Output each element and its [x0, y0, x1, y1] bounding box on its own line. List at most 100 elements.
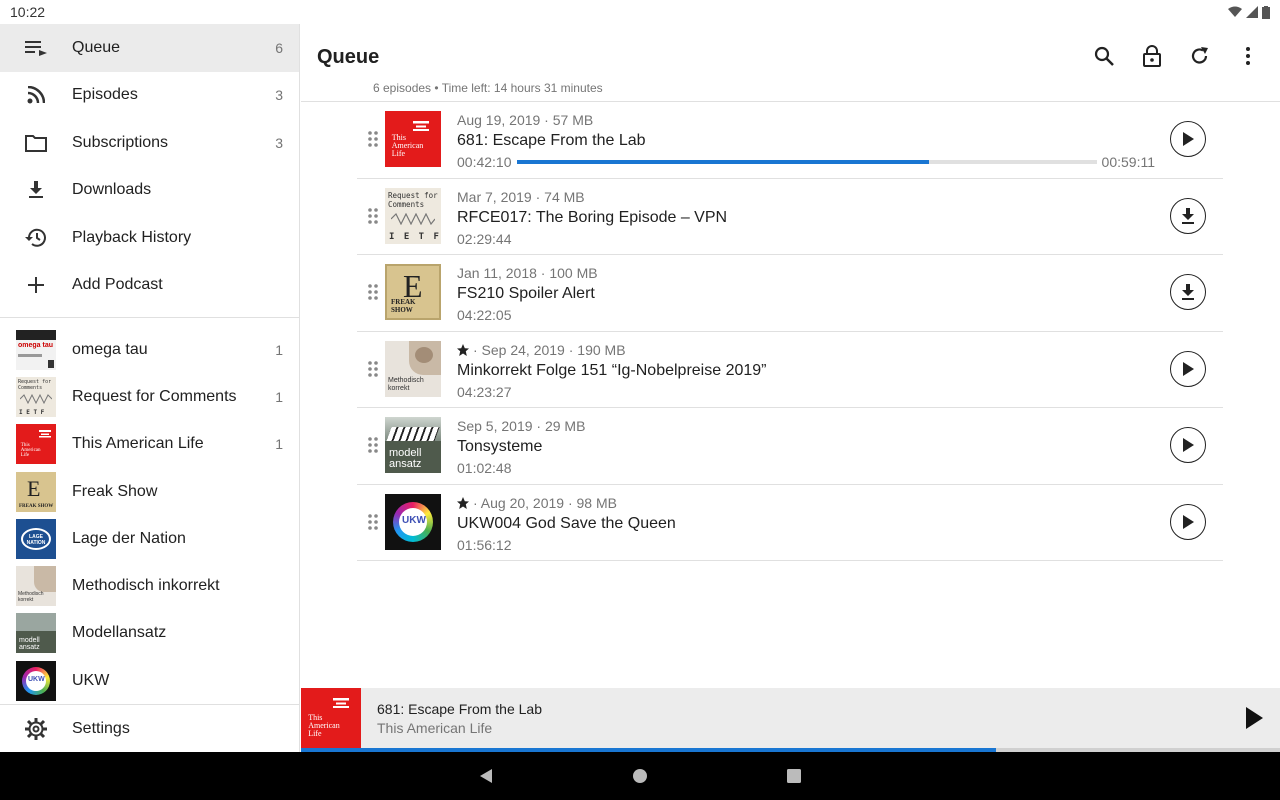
episode-artwork: Methodisch korrekt: [385, 340, 441, 397]
subscription-count: 1: [275, 388, 283, 405]
episode-meta: · Sep 24, 2019 · 190 MB: [457, 342, 626, 358]
back-triangle-icon: [480, 769, 492, 783]
drag-handle-icon[interactable]: [367, 513, 379, 531]
download-button[interactable]: [1170, 274, 1206, 310]
podcast-artwork: LAGE NATION: [16, 518, 56, 559]
drag-handle-icon[interactable]: [367, 207, 379, 225]
podcast-artwork: omega tau: [16, 329, 56, 370]
episode-progress-bar: [517, 160, 1097, 164]
home-button[interactable]: [628, 764, 652, 788]
episode-duration: 01:56:12: [457, 536, 512, 553]
recents-button[interactable]: [782, 764, 806, 788]
queue-item[interactable]: Request for Comments I E T F Mar 7, 2019…: [357, 179, 1223, 255]
podcast-artwork: E FREAK SHOW: [16, 471, 56, 512]
podcast-artwork: Request for Comments I E T F: [16, 376, 56, 417]
episode-meta-text: · Sep 24, 2019 · 190 MB: [473, 341, 626, 358]
podcast-artwork: modell ansatz: [16, 613, 56, 654]
download-button[interactable]: [1170, 197, 1206, 234]
episode-meta-text: Aug 19, 2019 · 57 MB: [457, 112, 594, 128]
subscription-label: Freak Show: [72, 482, 158, 500]
nav-item-queue[interactable]: Queue 6: [0, 24, 299, 72]
subscription-item-request-for-comments[interactable]: Request for Comments I E T F Request for…: [0, 373, 299, 420]
episode-title: 681: Escape From the Lab: [457, 132, 646, 149]
queue-item[interactable]: This American Life Aug 19, 2019 · 57 MB …: [357, 102, 1223, 179]
artwork-text: Request for Comments: [388, 190, 438, 210]
artwork-text: UKW: [402, 514, 426, 526]
play-button[interactable]: [1170, 121, 1206, 157]
nav-item-downloads[interactable]: Downloads: [0, 167, 299, 215]
podcast-artwork: UKW: [16, 660, 56, 701]
subscription-item-methodisch-inkorrekt[interactable]: Methodisch korrekt Methodisch inkorrekt: [0, 562, 299, 609]
artwork-text: modell ansatz: [19, 637, 40, 652]
queue-item[interactable]: Methodisch korrekt · Sep 24, 2019 · 190 …: [357, 332, 1223, 408]
download-icon: [24, 178, 48, 202]
episode-duration: 02:29:44: [457, 230, 512, 247]
status-time: 10:22: [10, 4, 46, 20]
artwork-text: Methodisch korrekt: [388, 377, 424, 392]
nav-item-settings[interactable]: Settings: [0, 704, 299, 752]
subscription-count: 1: [275, 341, 283, 358]
play-button[interactable]: [1170, 427, 1206, 463]
mini-player[interactable]: This American Life 681: Escape From the …: [301, 688, 1280, 752]
episode-progress-fill: [517, 160, 929, 164]
artwork-text: UKW: [28, 675, 45, 683]
queue-item[interactable]: UKW · Aug 20, 2019 · 98 MB UKW004 God Sa…: [357, 485, 1223, 561]
episode-duration: 01:02:48: [457, 460, 512, 476]
refresh-icon: [1191, 47, 1208, 64]
wifi-icon: [1228, 6, 1242, 17]
navigation-drawer: Queue 6 Episodes 3 Subscriptions 3 Downl…: [0, 24, 300, 752]
subscription-item-ukw[interactable]: UKW UKW: [0, 657, 299, 704]
nav-item-playback-history[interactable]: Playback History: [0, 214, 299, 262]
nav-label: Queue: [72, 38, 121, 56]
refresh-button[interactable]: [1176, 38, 1224, 74]
episode-artwork: modell ansatz: [385, 417, 441, 473]
drag-handle-icon[interactable]: [367, 360, 379, 378]
play-button[interactable]: [1170, 503, 1206, 540]
drag-handle-icon[interactable]: [367, 436, 379, 454]
episode-meta: Mar 7, 2019 · 74 MB: [457, 189, 585, 205]
queue-item[interactable]: E FREAK SHOW Jan 11, 2018 · 100 MB FS210…: [357, 255, 1223, 332]
status-icons: [1228, 5, 1270, 19]
subscription-item-modellansatz[interactable]: modell ansatz Modellansatz: [0, 610, 299, 657]
queue-item[interactable]: modell ansatz Sep 5, 2019 · 29 MB Tonsys…: [357, 408, 1223, 485]
subscription-item-freak-show[interactable]: E FREAK SHOW Freak Show: [0, 468, 299, 515]
nav-item-episodes[interactable]: Episodes 3: [0, 72, 299, 120]
drag-handle-icon[interactable]: [367, 283, 379, 301]
search-icon: [1094, 46, 1114, 66]
lock-queue-button[interactable]: [1128, 38, 1176, 74]
subscription-label: omega tau: [72, 340, 148, 358]
nav-label: Episodes: [72, 86, 138, 104]
queue-main: Queue 6 episodes • Time left: 14 hours 3…: [301, 24, 1280, 688]
subscription-item-omega-tau[interactable]: omega tau omega tau 1: [0, 326, 299, 373]
play-button[interactable]: [1170, 350, 1206, 387]
nav-item-add-podcast[interactable]: Add Podcast: [0, 262, 299, 310]
player-episode-title: 681: Escape From the Lab: [377, 701, 542, 717]
artwork-text: I E T F: [389, 231, 441, 242]
player-play-button[interactable]: [1240, 704, 1268, 732]
subscription-item-this-american-life[interactable]: This American Life This American Life 1: [0, 421, 299, 468]
episode-meta-text: · Aug 20, 2019 · 98 MB: [473, 494, 617, 511]
podcast-artwork: Methodisch korrekt: [16, 566, 56, 607]
back-button[interactable]: [474, 764, 498, 788]
search-button[interactable]: [1080, 38, 1128, 74]
episode-artwork: This American Life: [385, 111, 441, 167]
artwork-text: This American Life: [20, 442, 41, 458]
subscription-item-lage-der-nation[interactable]: LAGE NATION Lage der Nation: [0, 515, 299, 562]
toolbar-actions: [1080, 38, 1272, 74]
overflow-menu-button[interactable]: [1224, 38, 1272, 74]
nav-count: 3: [275, 87, 283, 104]
subscription-count: 1: [275, 436, 283, 453]
queue-icon: [24, 36, 48, 60]
artwork-text: omega tau: [18, 341, 54, 349]
subscription-label: Methodisch inkorrekt: [72, 577, 220, 595]
episode-duration: 04:23:27: [457, 383, 512, 400]
episode-meta-text: Sep 5, 2019 · 29 MB: [457, 418, 586, 434]
nav-count: 3: [275, 134, 283, 151]
status-bar: 10:22: [0, 0, 1280, 24]
signal-icon: [1246, 6, 1258, 18]
nav-item-subscriptions[interactable]: Subscriptions 3: [0, 119, 299, 167]
drag-handle-icon[interactable]: [367, 130, 379, 148]
play-icon: [1183, 514, 1194, 529]
play-icon: [1183, 361, 1194, 376]
subscription-label: Modellansatz: [72, 624, 167, 642]
